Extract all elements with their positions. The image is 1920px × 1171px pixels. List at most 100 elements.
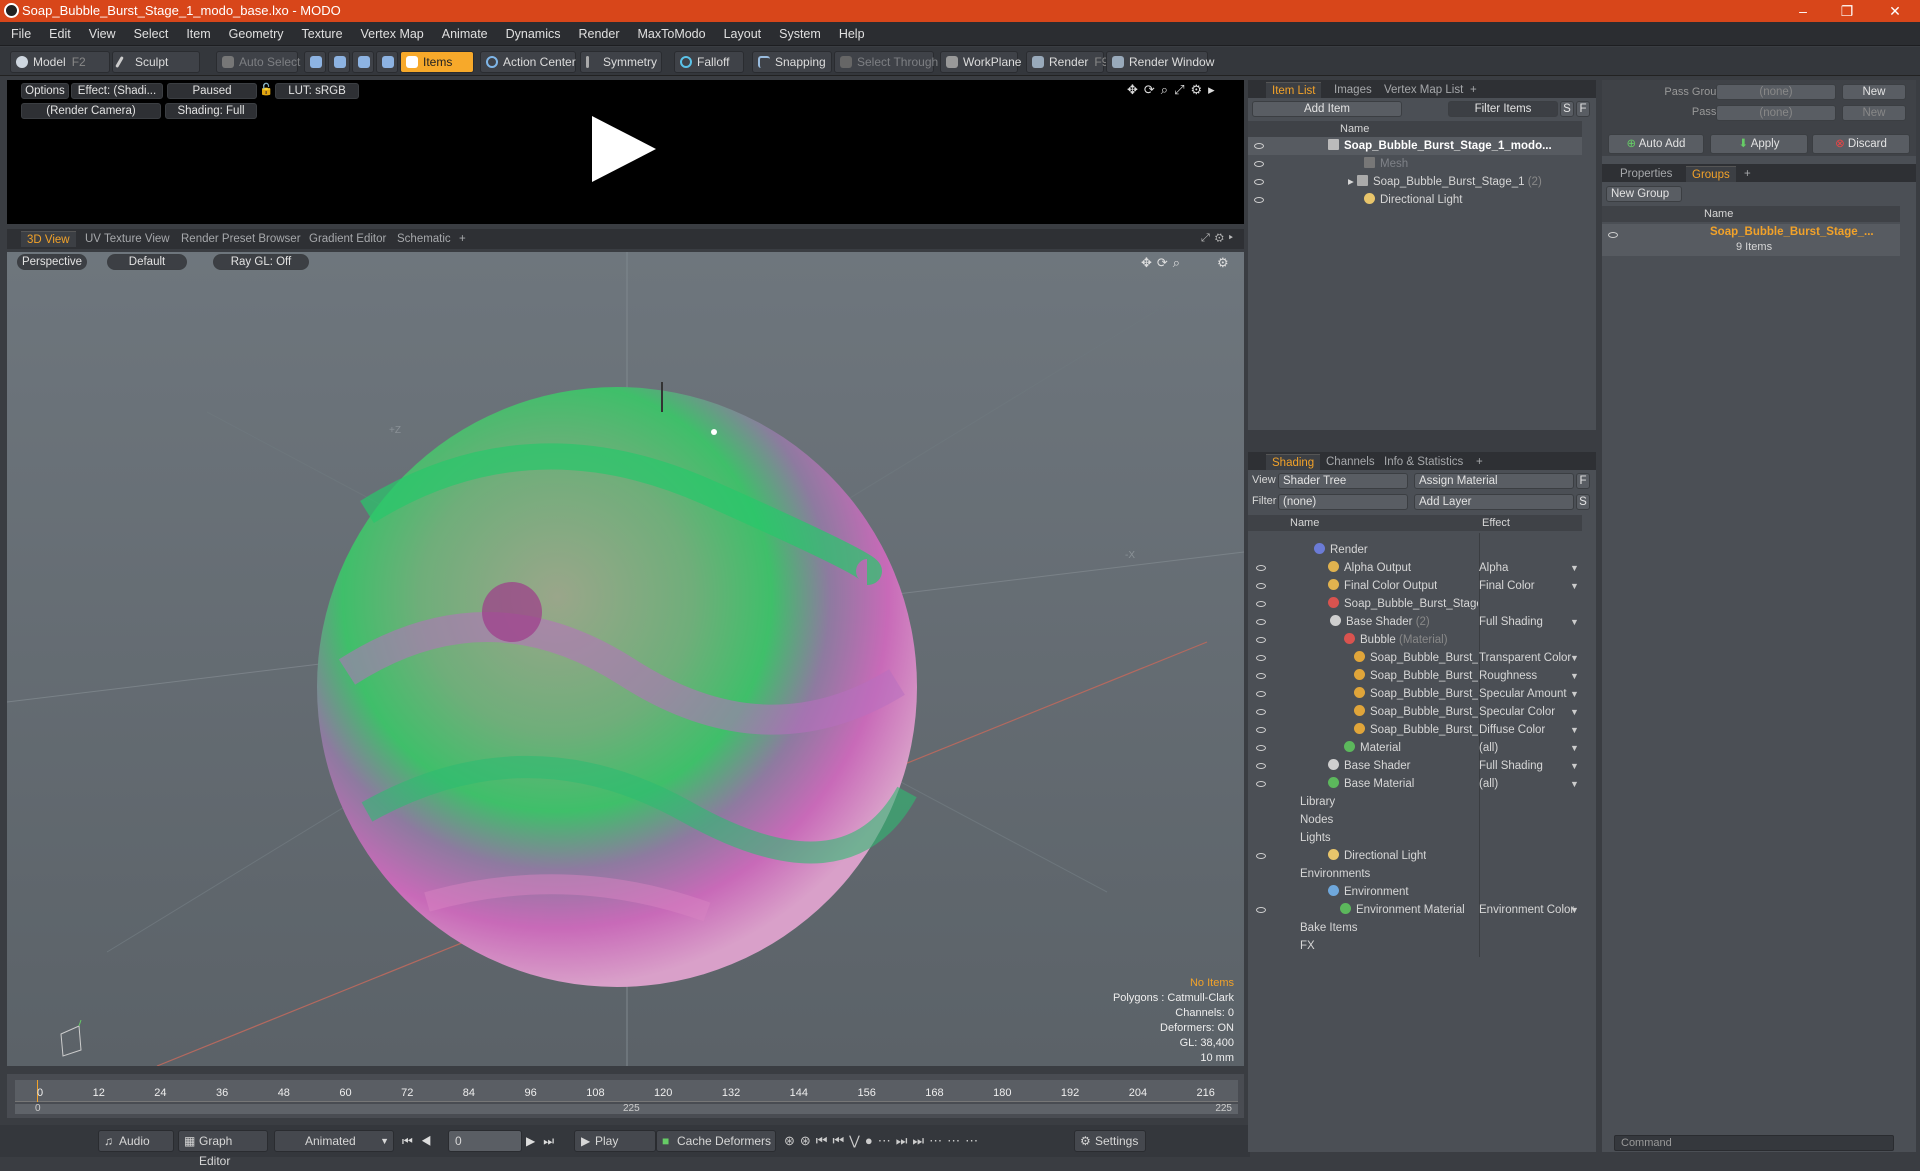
viewport-style-dropdown[interactable]: Default	[107, 254, 187, 270]
shading-f-button[interactable]: F	[1576, 473, 1590, 489]
shader-row[interactable]: Soap_Bubble_Burst_St...Transparent Color…	[1248, 649, 1582, 667]
add-layer-dropdown[interactable]: Add Layer	[1414, 494, 1574, 510]
add-tab-button[interactable]: +	[1738, 166, 1757, 182]
tab-render-preset-browser[interactable]: Render Preset Browser	[175, 231, 307, 247]
raygl-dropdown[interactable]: Ray GL: Off	[213, 254, 309, 270]
eye-icon[interactable]	[1256, 709, 1266, 715]
menu-animate[interactable]: Animate	[433, 22, 497, 46]
menu-system[interactable]: System	[770, 22, 830, 46]
shader-row-effect[interactable]: (all)	[1479, 739, 1581, 757]
menu-file[interactable]: File	[2, 22, 40, 46]
close-button[interactable]: ✕	[1875, 0, 1915, 22]
add-item-dropdown[interactable]: Add Item	[1252, 101, 1402, 117]
filter-dropdown[interactable]: (none)	[1278, 494, 1408, 510]
select-through-button[interactable]: Select Through	[834, 51, 938, 73]
item-list-f-button[interactable]: F	[1576, 101, 1590, 117]
workplane-button[interactable]: WorkPlane	[940, 51, 1021, 73]
shader-row[interactable]: Base Shader Full Shading ▼	[1248, 757, 1582, 775]
shader-row[interactable]: Lights	[1248, 829, 1582, 847]
vertices-mode-button[interactable]	[304, 51, 326, 73]
tab-3d-view[interactable]: 3D View	[21, 231, 76, 247]
eye-icon[interactable]	[1256, 763, 1266, 769]
3d-viewport[interactable]: Perspective Default Ray GL: Off ✥⟳⌕ ⚙ +Z…	[7, 252, 1244, 1066]
eye-icon[interactable]	[1256, 727, 1266, 733]
eye-icon[interactable]	[1256, 781, 1266, 787]
shader-row[interactable]: Soap_Bubble_Burst_St...Roughness▼	[1248, 667, 1582, 685]
polygons-mode-button[interactable]	[352, 51, 374, 73]
menu-maxtomodo[interactable]: MaxToModo	[629, 22, 715, 46]
tab-item-list[interactable]: Item List	[1266, 82, 1322, 98]
shader-row[interactable]: Bubble (Material)	[1248, 631, 1582, 649]
menu-render[interactable]: Render	[570, 22, 629, 46]
graph-editor-button[interactable]: ▦ Graph Editor	[178, 1130, 268, 1168]
shader-row-effect[interactable]: Full Shading	[1479, 613, 1581, 631]
new-group-button[interactable]: New Group	[1606, 186, 1682, 202]
shader-row[interactable]: Base Shader (2) Full Shading ▼	[1248, 613, 1582, 631]
shader-row[interactable]: Soap_Bubble_Burst_Stage_...	[1248, 595, 1582, 613]
shader-row[interactable]: FX	[1248, 937, 1582, 955]
shader-row[interactable]: Soap_Bubble_Burst_St...Specular Amount▼	[1248, 685, 1582, 703]
animated-dropdown[interactable]: Animated ▼	[274, 1130, 394, 1152]
tab-groups[interactable]: Groups	[1686, 166, 1736, 182]
maximize-button[interactable]: ❐	[1827, 0, 1867, 22]
item-row-bubble-group[interactable]: ▸ Soap_Bubble_Burst_Stage_1 (2)	[1248, 173, 1582, 191]
shader-tree-dropdown[interactable]: Shader Tree	[1278, 473, 1408, 489]
preview-camera-dropdown[interactable]: (Render Camera)	[21, 103, 161, 119]
play-button[interactable]: ▶ Play	[574, 1130, 656, 1152]
materials-mode-button[interactable]	[376, 51, 398, 73]
preview-effect-dropdown[interactable]: Effect: (Shadi...	[71, 83, 163, 99]
tab-channels[interactable]: Channels	[1320, 454, 1381, 470]
eye-icon[interactable]	[1254, 161, 1264, 167]
render-window-button[interactable]: Render Window	[1106, 51, 1214, 73]
preview-paused-button[interactable]: Paused	[167, 83, 257, 99]
new-pass-group-button[interactable]: New	[1842, 84, 1906, 100]
add-tab-button[interactable]: +	[1464, 82, 1483, 98]
viewport-panel-icons[interactable]: ⤢⚙▸	[1201, 232, 1238, 245]
sculpt-mode-button[interactable]: Sculpt	[112, 51, 200, 73]
tab-shading[interactable]: Shading	[1266, 454, 1321, 470]
edges-mode-button[interactable]	[328, 51, 350, 73]
action-center-button[interactable]: Action Center	[480, 51, 576, 73]
preview-shading-dropdown[interactable]: Shading: Full	[165, 103, 257, 119]
add-tab-button[interactable]: +	[453, 231, 472, 247]
eye-icon[interactable]	[1256, 565, 1266, 571]
eye-icon[interactable]	[1254, 179, 1264, 185]
eye-icon[interactable]	[1256, 907, 1266, 913]
viewport-settings-icon[interactable]: ⚙	[1217, 255, 1229, 271]
menu-view[interactable]: View	[80, 22, 125, 46]
projection-dropdown[interactable]: Perspective	[17, 254, 87, 270]
eye-icon[interactable]	[1256, 583, 1266, 589]
eye-icon[interactable]	[1256, 853, 1266, 859]
snapping-button[interactable]: Snapping	[752, 51, 832, 73]
menu-item[interactable]: Item	[177, 22, 219, 46]
shader-row-effect[interactable]: (all)	[1479, 775, 1581, 793]
eye-icon[interactable]	[1256, 655, 1266, 661]
menu-select[interactable]: Select	[125, 22, 178, 46]
auto-select-button[interactable]: Auto Select	[216, 51, 300, 73]
item-row-directional-light[interactable]: Directional Light	[1248, 191, 1582, 209]
falloff-button[interactable]: Falloff	[674, 51, 744, 73]
discard-button[interactable]: ⊗ Discard	[1812, 134, 1910, 154]
auto-add-button[interactable]: ⊕ Auto Add	[1608, 134, 1704, 154]
eye-icon[interactable]	[1254, 197, 1264, 203]
menu-help[interactable]: Help	[830, 22, 874, 46]
filter-items-input[interactable]: Filter Items	[1448, 101, 1558, 117]
menu-vertex-map[interactable]: Vertex Map	[352, 22, 433, 46]
tab-images[interactable]: Images	[1328, 82, 1378, 98]
shader-row-effect[interactable]: Specular Color	[1479, 703, 1581, 721]
add-tab-button[interactable]: +	[1470, 454, 1489, 470]
lock-icon[interactable]: 🔓	[259, 83, 273, 99]
shader-row[interactable]: Render	[1248, 541, 1582, 559]
tab-properties[interactable]: Properties	[1614, 166, 1678, 182]
eye-icon[interactable]	[1256, 637, 1266, 643]
new-pass-button[interactable]: New	[1842, 105, 1906, 121]
eye-icon[interactable]	[1254, 143, 1264, 149]
cache-deformers-button[interactable]: ■ Cache Deformers	[656, 1130, 776, 1152]
shader-row[interactable]: Library	[1248, 793, 1582, 811]
tab-vertex-map-list[interactable]: Vertex Map List	[1378, 82, 1469, 98]
shader-row-effect[interactable]: Environment Color	[1479, 901, 1581, 919]
tab-gradient-editor[interactable]: Gradient Editor	[303, 231, 392, 247]
shader-row[interactable]: Material (all) ▼	[1248, 739, 1582, 757]
model-mode-button[interactable]: Model F2	[10, 51, 110, 73]
eye-icon[interactable]	[1608, 232, 1618, 238]
